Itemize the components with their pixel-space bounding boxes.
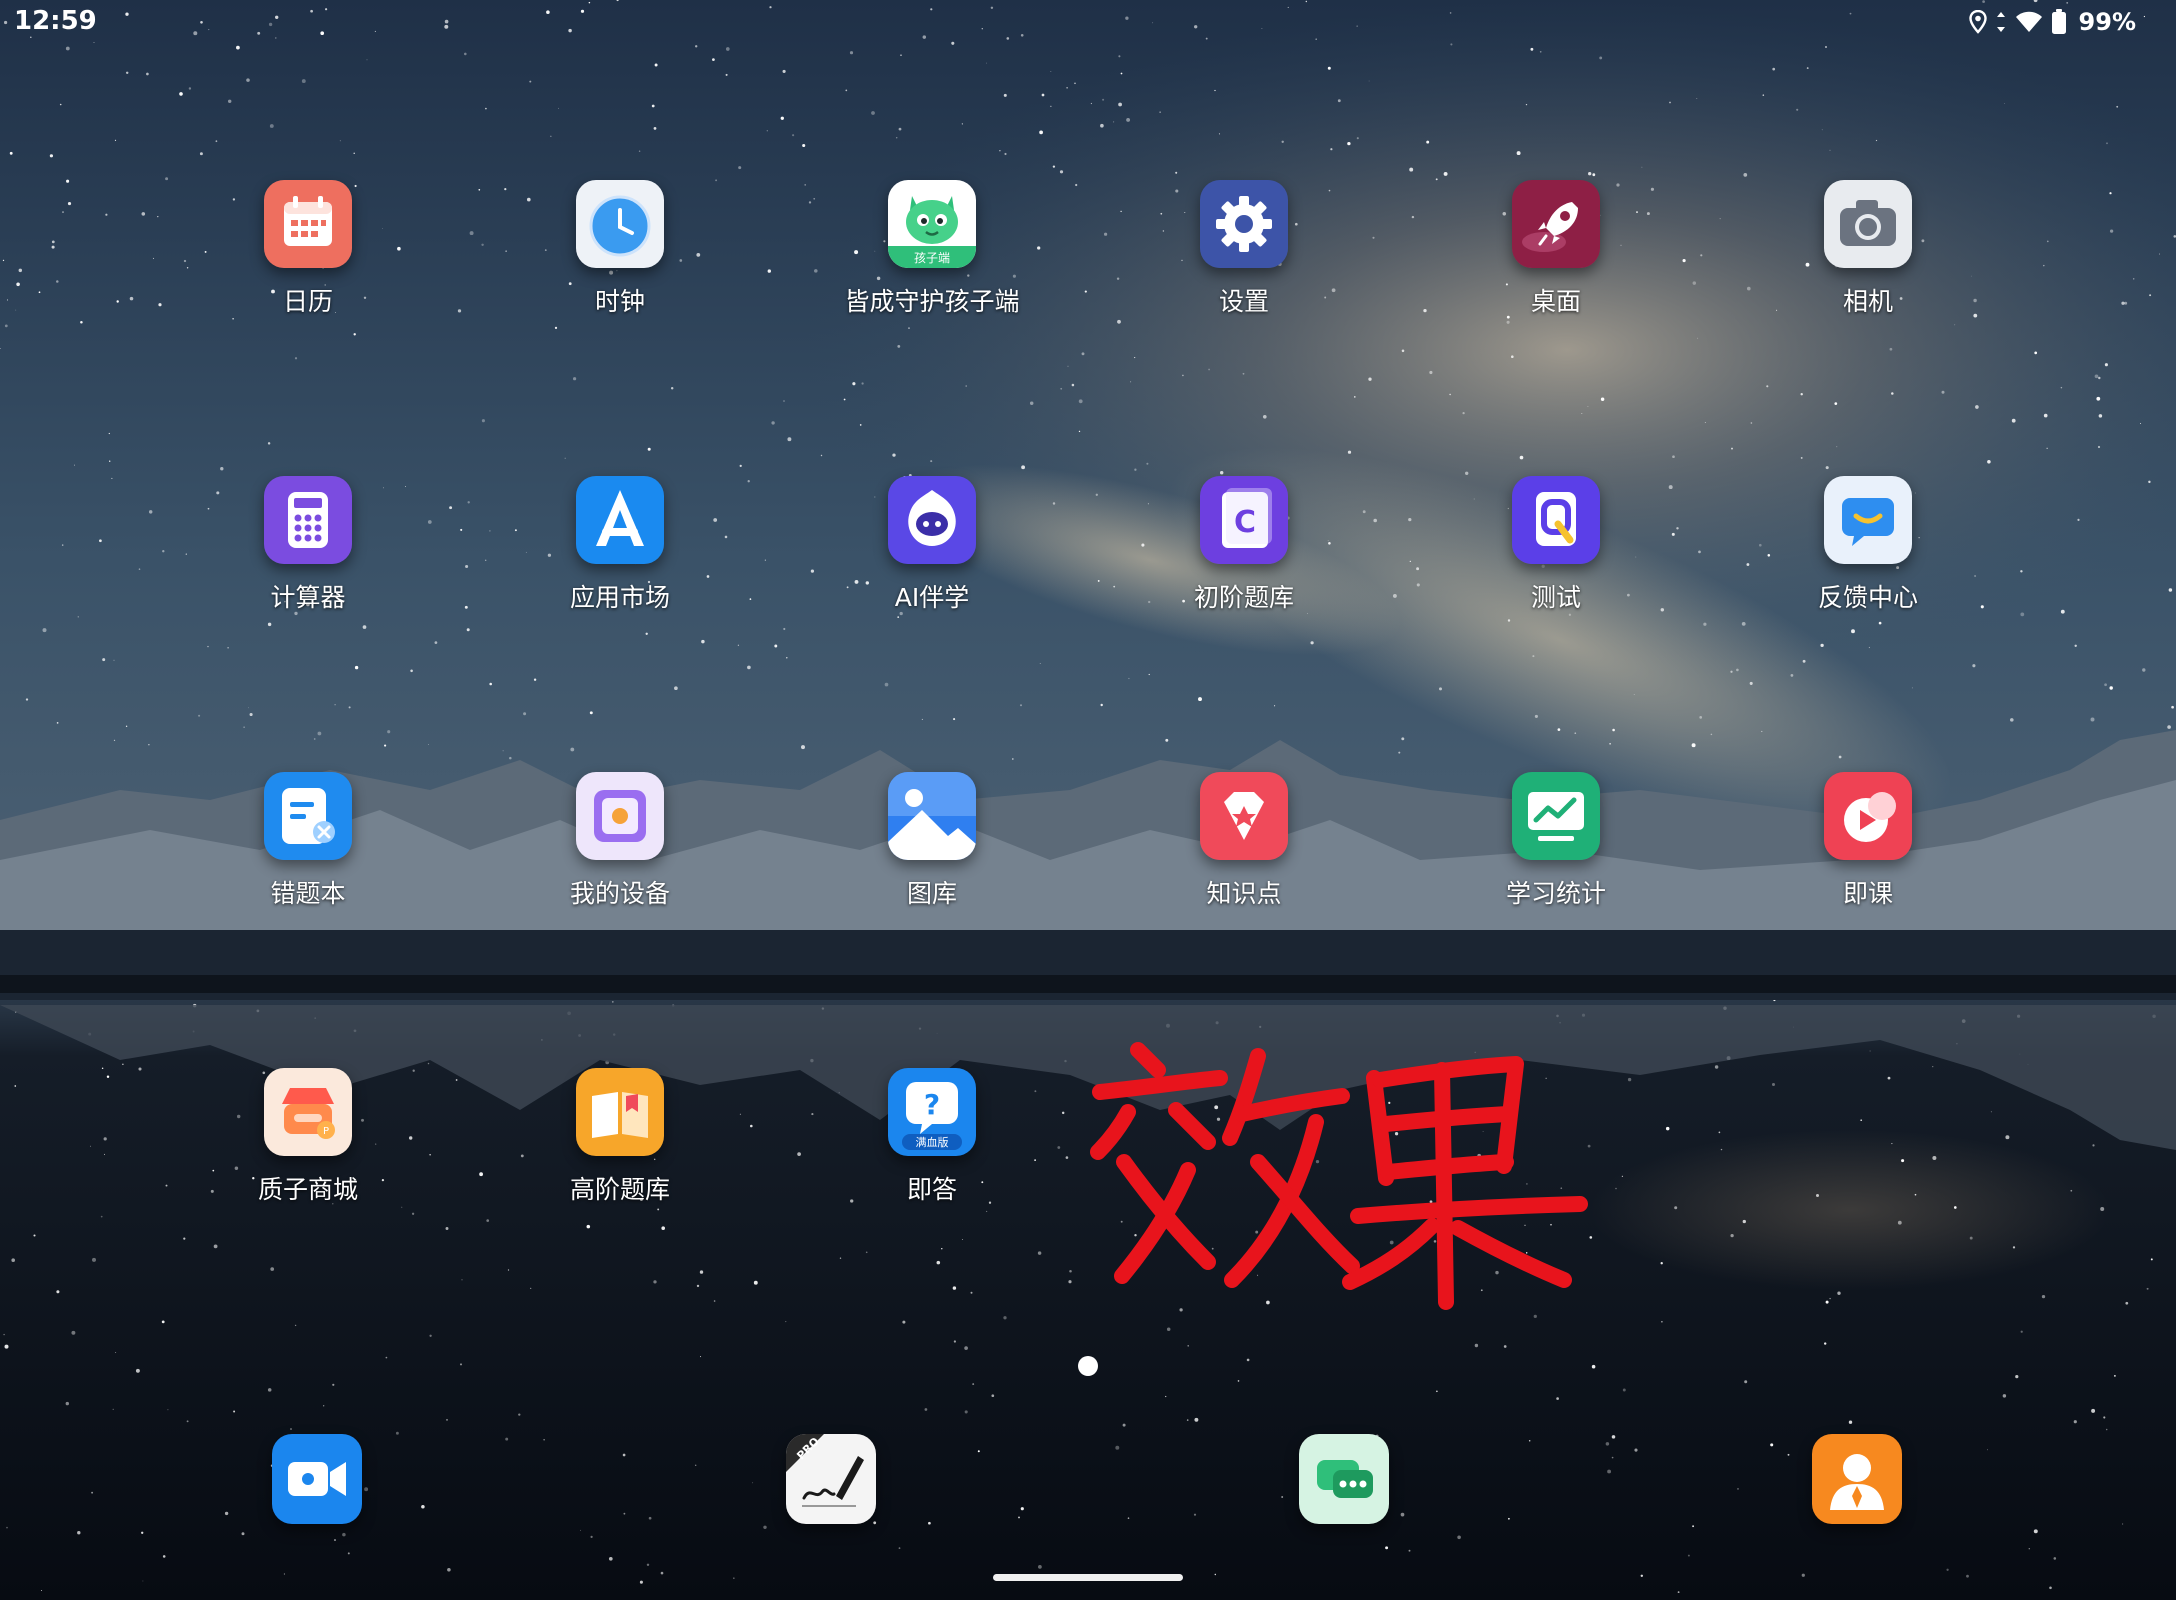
- app-mistake-notebook[interactable]: 错题本: [178, 772, 438, 942]
- dock-app-signature-pen[interactable]: PRO: [786, 1434, 876, 1524]
- app-instant-answer[interactable]: ? 满血版 即答: [802, 1068, 1062, 1238]
- app-calendar[interactable]: 日历: [178, 180, 438, 350]
- battery-icon: [2051, 9, 2067, 35]
- mistake-note-icon: [264, 772, 352, 860]
- app-label: 时钟: [594, 287, 645, 316]
- app-app-store[interactable]: 应用市场: [490, 476, 750, 646]
- app-label: 知识点: [1206, 879, 1282, 908]
- chat-bubbles-icon: [1299, 1434, 1389, 1524]
- wifi-icon: [2015, 10, 2043, 34]
- app-label: 即课: [1842, 879, 1893, 908]
- gear-icon: [1200, 180, 1288, 268]
- app-test[interactable]: 测试: [1426, 476, 1686, 646]
- app-camera[interactable]: 相机: [1738, 180, 1998, 350]
- calculator-icon: [264, 476, 352, 564]
- app-label: 相机: [1842, 287, 1893, 316]
- app-advanced-question-bank[interactable]: 高阶题库: [490, 1068, 750, 1238]
- svg-text:P: P: [323, 1126, 329, 1137]
- status-icons: 99%: [1968, 6, 2136, 38]
- app-label: 学习统计: [1505, 879, 1606, 908]
- home-gesture-bar[interactable]: [993, 1574, 1183, 1581]
- video-meeting-icon: [272, 1434, 362, 1524]
- status-bar: 12:59 99%: [0, 0, 2176, 44]
- app-label: 计算器: [270, 583, 346, 612]
- app-store-icon: [576, 476, 664, 564]
- statistics-chart-icon: [1512, 772, 1600, 860]
- app-feedback-center[interactable]: 反馈中心: [1738, 476, 1998, 646]
- svg-text:?: ?: [924, 1088, 940, 1121]
- app-label: 错题本: [270, 879, 346, 908]
- camera-icon: [1824, 180, 1912, 268]
- app-label: AI伴学: [894, 583, 970, 612]
- calendar-icon: [264, 180, 352, 268]
- app-badge: 满血版: [916, 1135, 949, 1149]
- svg-text:C: C: [1234, 505, 1256, 540]
- app-label: 即答: [906, 1175, 957, 1204]
- app-settings[interactable]: 设置: [1114, 180, 1374, 350]
- app-guardian-child[interactable]: 孩子端 皆成守护孩子端: [802, 180, 1062, 350]
- app-label: 日历: [282, 287, 333, 316]
- app-gallery[interactable]: 图库: [802, 772, 1062, 942]
- app-label: 初阶题库: [1193, 583, 1294, 612]
- app-learning-statistics[interactable]: 学习统计: [1426, 772, 1686, 942]
- app-my-device[interactable]: 我的设备: [490, 772, 750, 942]
- device-icon: [576, 772, 664, 860]
- app-instant-lesson[interactable]: 即课: [1738, 772, 1998, 942]
- advanced-book-icon: [576, 1068, 664, 1156]
- location-icon: [1968, 10, 1987, 34]
- app-label: 质子商城: [257, 1175, 358, 1204]
- app-desktop[interactable]: 桌面: [1426, 180, 1686, 350]
- app-label: 桌面: [1530, 287, 1581, 316]
- app-label: 测试: [1530, 583, 1581, 612]
- app-label: 应用市场: [569, 583, 670, 612]
- knowledge-gem-icon: [1200, 772, 1288, 860]
- dock-app-video-meeting[interactable]: [272, 1434, 362, 1524]
- app-clock[interactable]: 时钟: [490, 180, 750, 350]
- quiz-q-icon: [1512, 476, 1600, 564]
- instant-answer-icon: ? 满血版: [888, 1068, 976, 1156]
- page-indicator-dot[interactable]: [1078, 1356, 1098, 1376]
- video-lesson-icon: [1824, 772, 1912, 860]
- app-label: 皆成守护孩子端: [844, 287, 1020, 316]
- app-label: 反馈中心: [1817, 583, 1918, 612]
- app-label: 图库: [906, 879, 957, 908]
- clock-icon: [576, 180, 664, 268]
- ai-mascot-icon: [888, 476, 976, 564]
- app-label: 高阶题库: [569, 1175, 670, 1204]
- app-label: 设置: [1218, 287, 1269, 316]
- signature-pen-icon: PRO: [786, 1434, 876, 1524]
- app-calculator[interactable]: 计算器: [178, 476, 438, 646]
- feedback-chat-icon: [1824, 476, 1912, 564]
- status-time: 12:59: [14, 6, 97, 36]
- handwriting-strokes: [1090, 1042, 1588, 1310]
- app-basic-question-bank[interactable]: C 初阶题库: [1114, 476, 1374, 646]
- gallery-icon: [888, 772, 976, 860]
- dock-app-contacts[interactable]: [1812, 1434, 1902, 1524]
- handwritten-annotation: [1080, 1030, 1600, 1320]
- app-proton-mall[interactable]: P 质子商城: [178, 1068, 438, 1238]
- signal-arrows-icon: [1995, 10, 2007, 34]
- app-ai-companion[interactable]: AI伴学: [802, 476, 1062, 646]
- question-bank-c-icon: C: [1200, 476, 1288, 564]
- battery-percentage: 99%: [2078, 8, 2136, 36]
- dock-app-chat[interactable]: [1299, 1434, 1389, 1524]
- app-knowledge-points[interactable]: 知识点: [1114, 772, 1374, 942]
- contacts-person-icon: [1812, 1434, 1902, 1524]
- shop-icon: P: [264, 1068, 352, 1156]
- rocket-icon: [1512, 180, 1600, 268]
- app-label: 我的设备: [569, 879, 670, 908]
- dragon-mascot-icon: 孩子端: [888, 180, 976, 268]
- app-badge: 孩子端: [914, 251, 950, 265]
